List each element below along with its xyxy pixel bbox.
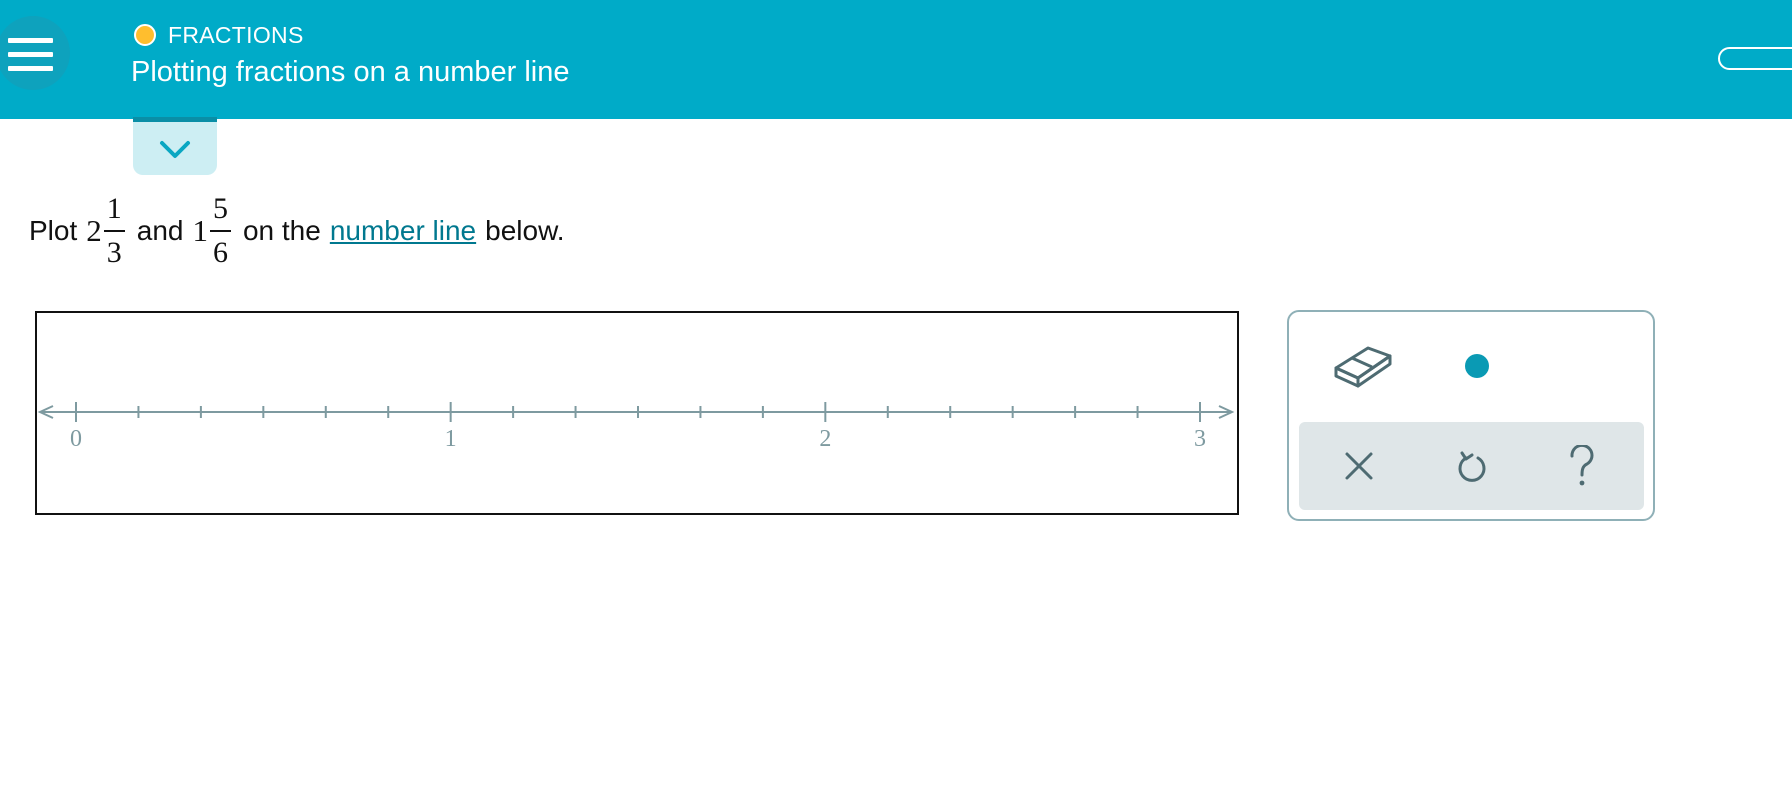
expand-header-button[interactable] [133,117,217,175]
prompt-text-plot: Plot [29,215,78,246]
tick-label: 1 [445,426,457,452]
topic-label: FRACTIONS [168,21,304,48]
eraser-tool-button[interactable] [1325,336,1401,396]
close-icon [1345,452,1373,480]
hamburger-icon-bar [8,66,53,71]
question-prompt: Plot 2 1 3 and 1 5 6 on the number line … [29,183,565,279]
prompt-text-below: below. [485,215,565,246]
hamburger-icon-bar [8,52,53,57]
lesson-title: Plotting fractions on a number line [131,56,570,88]
undo-icon [1458,451,1486,482]
fraction: 1 3 [103,192,125,268]
topic-row: FRACTIONS [134,20,304,50]
menu-button[interactable] [0,16,70,90]
fraction-numerator: 5 [212,192,228,225]
number-line-link[interactable]: number line [330,215,476,247]
help-icon [1570,445,1594,486]
help-button[interactable] [1547,436,1617,496]
number-line[interactable]: 0 1 2 3 [37,313,1237,513]
prompt-text-and: and [136,215,184,246]
chevron-down-icon [160,141,190,158]
tick-label: 2 [819,426,831,452]
mixed-number-whole: 1 [192,213,208,248]
progress-pill[interactable] [1718,47,1792,70]
undo-button[interactable] [1437,436,1507,496]
mixed-number-second: 1 5 6 [192,194,231,268]
fraction: 5 6 [209,192,231,268]
action-bar [1299,422,1644,510]
point-tool-button[interactable] [1439,336,1515,396]
point-icon [1465,354,1489,378]
tick-label: 3 [1194,426,1206,452]
clear-button[interactable] [1324,436,1394,496]
fraction-numerator: 1 [106,192,122,225]
fraction-denominator: 6 [209,230,231,268]
tick-label: 0 [70,426,82,452]
top-bar: FRACTIONS Plotting fractions on a number… [0,0,1792,119]
mixed-number-first: 2 1 3 [86,194,125,268]
number-line-canvas[interactable]: 0 1 2 3 [35,311,1239,515]
fraction-denominator: 3 [103,230,125,268]
topic-status-dot-icon [134,24,156,46]
mixed-number-whole: 2 [86,213,102,248]
hamburger-icon [8,38,53,43]
tool-panel [1287,310,1655,521]
eraser-icon [1334,346,1392,388]
prompt-text-on-the: on the [242,215,321,246]
